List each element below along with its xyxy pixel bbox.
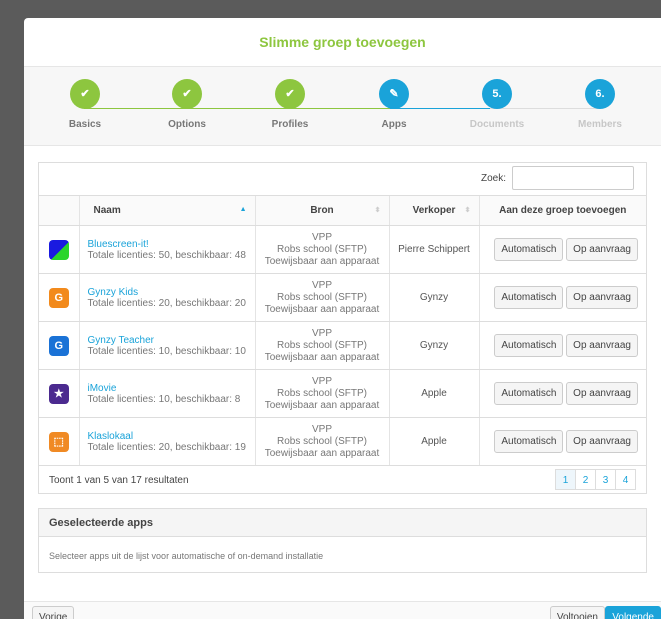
check-icon: ✔	[70, 79, 100, 109]
pencil-icon: ✎	[379, 79, 409, 109]
automatic-button[interactable]: Automatisch	[494, 430, 564, 453]
selected-apps-panel: Geselecteerde apps Selecteer apps uit de…	[38, 508, 647, 573]
klaslokaal-icon: ⬚	[48, 431, 69, 452]
bluescreen-icon	[48, 239, 69, 260]
app-licenses: Totale licenties: 10, beschikbaar: 8	[87, 393, 241, 405]
page-3-button[interactable]: 3	[595, 469, 616, 490]
app-licenses: Totale licenties: 10, beschikbaar: 10	[87, 345, 246, 357]
app-vendor: Gynzy	[388, 321, 479, 370]
step-number: 6.	[585, 79, 615, 109]
step-label: Documents	[469, 119, 525, 130]
automatic-button[interactable]: Automatisch	[494, 382, 564, 405]
app-vendor: Apple	[388, 417, 479, 466]
search-input[interactable]	[512, 166, 634, 190]
app-vendor: Gynzy	[388, 273, 479, 322]
automatic-button[interactable]: Automatisch	[494, 334, 564, 357]
add-smart-group-modal: Slimme groep toevoegen ✔ Basics ✔ Option…	[24, 18, 661, 619]
step-basics[interactable]: ✔ Basics	[35, 79, 135, 130]
modal-footer: Vorige Voltooien Volgende	[24, 601, 661, 619]
step-profiles[interactable]: ✔ Profiles	[240, 79, 340, 130]
step-label: Members	[578, 119, 622, 130]
step-number: 5.	[482, 79, 512, 109]
imovie-icon: ★	[48, 383, 69, 404]
sort-asc-icon: ▲	[239, 206, 247, 213]
step-documents[interactable]: 5. Documents	[447, 79, 547, 130]
results-count: Toont 1 van 5 van 17 resultaten	[49, 475, 189, 486]
icon-column-header	[39, 195, 79, 226]
step-options[interactable]: ✔ Options	[137, 79, 237, 130]
step-label: Basics	[68, 119, 102, 130]
app-name-link[interactable]: Klaslokaal	[88, 431, 255, 442]
column-toevoegen: Aan deze groep toevoegen	[478, 195, 646, 226]
pagination: 1 2 3 4	[555, 469, 636, 490]
automatic-button[interactable]: Automatisch	[494, 286, 564, 309]
table-row: Bluescreen-it! Totale licenties: 50, besc…	[39, 225, 646, 274]
on-demand-button[interactable]: Op aanvraag	[566, 382, 638, 405]
on-demand-button[interactable]: Op aanvraag	[566, 238, 638, 261]
column-verkoper[interactable]: Verkoper ⬍	[388, 195, 479, 226]
step-label: Apps	[381, 119, 407, 130]
on-demand-button[interactable]: Op aanvraag	[566, 286, 638, 309]
page-2-button[interactable]: 2	[575, 469, 596, 490]
check-icon: ✔	[172, 79, 202, 109]
table-row: G Gynzy Kids Totale licenties: 20, beschi…	[39, 273, 646, 322]
search-box: Zoek:	[481, 163, 634, 193]
on-demand-button[interactable]: Op aanvraag	[566, 334, 638, 357]
next-button[interactable]: Volgende	[605, 606, 661, 619]
app-name-link[interactable]: iMovie	[88, 383, 255, 394]
step-members[interactable]: 6. Members	[550, 79, 650, 130]
table-row: ⬚ Klaslokaal Totale licenties: 20, beschi…	[39, 417, 646, 466]
app-vendor: Apple	[388, 369, 479, 418]
step-label: Profiles	[271, 119, 309, 130]
app-name-link[interactable]: Gynzy Teacher	[88, 335, 255, 346]
apps-table-panel: Zoek: Naam ▲ Bron ⬍ Verkoper ⬍ Aan deze gro…	[38, 162, 647, 494]
selected-apps-hint: Selecteer apps uit de lijst voor automat…	[49, 551, 324, 561]
step-label: Options	[168, 119, 206, 130]
modal-title: Slimme groep toevoegen	[259, 34, 426, 50]
selected-apps-title: Geselecteerde apps	[39, 509, 646, 537]
app-licenses: Totale licenties: 50, beschikbaar: 48	[87, 249, 246, 261]
table-row: ★ iMovie Totale licenties: 10, beschikbaa…	[39, 369, 646, 418]
app-licenses: Totale licenties: 20, beschikbaar: 20	[87, 297, 246, 309]
sort-icon: ⬍	[464, 207, 471, 214]
app-licenses: Totale licenties: 20, beschikbaar: 19	[87, 441, 246, 453]
column-bron[interactable]: Bron ⬍	[254, 195, 389, 226]
page-4-button[interactable]: 4	[615, 469, 636, 490]
table-row: G Gynzy Teacher Totale licenties: 10, bes…	[39, 321, 646, 370]
page-1-button[interactable]: 1	[555, 469, 576, 490]
sort-icon: ⬍	[374, 207, 381, 214]
gynzy-teacher-icon: G	[48, 335, 69, 356]
on-demand-button[interactable]: Op aanvraag	[566, 430, 638, 453]
automatic-button[interactable]: Automatisch	[494, 238, 564, 261]
column-naam[interactable]: Naam ▲	[78, 195, 255, 226]
previous-button[interactable]: Vorige	[32, 606, 75, 619]
app-name-link[interactable]: Gynzy Kids	[88, 287, 255, 298]
app-name-link[interactable]: Bluescreen-it!	[88, 239, 255, 250]
gynzy-kids-icon: G	[48, 287, 69, 308]
app-vendor: Pierre Schippert	[388, 225, 479, 274]
table-footer: Toont 1 van 5 van 17 resultaten 1 2 3 4	[39, 463, 646, 493]
search-label: Zoek:	[480, 172, 506, 184]
finish-button[interactable]: Voltooien	[549, 606, 605, 619]
wizard-steps: ✔ Basics ✔ Options ✔ Profiles ✎ Apps 5. …	[24, 66, 661, 146]
step-apps[interactable]: ✎ Apps	[344, 79, 444, 130]
check-icon: ✔	[275, 79, 305, 109]
apps-table: Naam ▲ Bron ⬍ Verkoper ⬍ Aan deze groep toe…	[39, 195, 646, 466]
